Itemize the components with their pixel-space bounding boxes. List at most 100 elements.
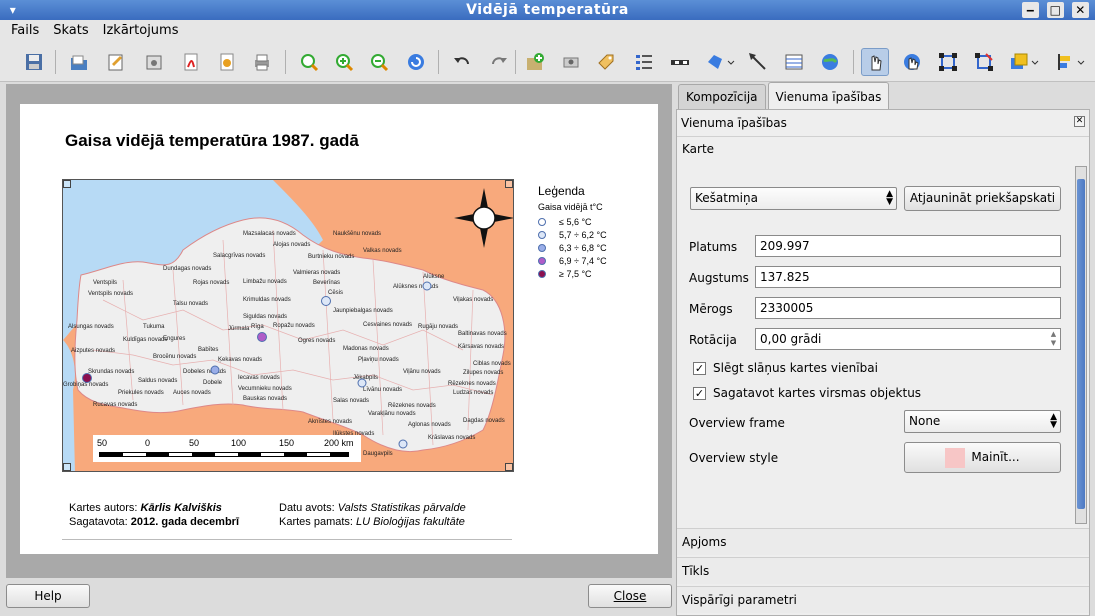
- undo-icon[interactable]: [448, 48, 476, 76]
- overview-frame-label: Overview frame: [689, 416, 785, 430]
- svg-text:Ventspils: Ventspils: [93, 280, 117, 286]
- svg-text:Alojas novads: Alojas novads: [273, 242, 310, 248]
- menu-izkartojums[interactable]: Izkārtojums: [98, 20, 184, 42]
- section-grid[interactable]: Tīkls: [677, 557, 1089, 584]
- section-map-header[interactable]: Karte: [677, 136, 1089, 160]
- menu-fails[interactable]: Fails: [6, 20, 44, 42]
- panel-vscroll-thumb[interactable]: [1077, 179, 1085, 509]
- section-extent[interactable]: Apjoms: [677, 528, 1089, 555]
- scale-field[interactable]: 2330005: [755, 297, 1061, 319]
- maximize-icon[interactable]: □: [1047, 2, 1064, 18]
- add-arrow-icon[interactable]: [744, 48, 772, 76]
- add-label-icon[interactable]: [592, 48, 620, 76]
- panel-vscroll[interactable]: [1075, 166, 1087, 524]
- svg-text:Skrundas novads: Skrundas novads: [88, 369, 134, 375]
- add-scalebar-icon[interactable]: [666, 48, 694, 76]
- height-field[interactable]: 137.825: [755, 266, 1061, 288]
- map-item[interactable]: Mazsalacas novads Naukšēnu novads Alojas …: [62, 179, 514, 472]
- resize-handle-tr[interactable]: [505, 180, 513, 188]
- svg-text:Naukšēnu novads: Naukšēnu novads: [333, 231, 381, 237]
- section-general-options[interactable]: Vispārīgi parametri: [677, 586, 1089, 613]
- legend-item: ≤ 5,6 °C: [538, 215, 607, 228]
- svg-text:Cesvaines novads: Cesvaines novads: [363, 322, 412, 328]
- footer-source[interactable]: Datu avots: Valsts Statistikas pārvalde: [279, 502, 466, 514]
- menu-skats[interactable]: Skats: [48, 20, 93, 42]
- add-legend-icon[interactable]: [630, 48, 658, 76]
- svg-text:Rugāju novads: Rugāju novads: [418, 324, 458, 330]
- lock-layers-checkbox[interactable]: ✓: [693, 362, 706, 375]
- svg-text:Ventspils novads: Ventspils novads: [88, 291, 133, 297]
- width-field[interactable]: 209.997: [755, 235, 1061, 257]
- close-panel-icon[interactable]: ✕: [1074, 116, 1085, 127]
- svg-text:Burtnieku novads: Burtnieku novads: [308, 254, 354, 260]
- export-image-icon[interactable]: [140, 48, 168, 76]
- footer-base[interactable]: Kartes pamats: LU Bioloģijas fakultāte: [279, 516, 465, 528]
- refresh-icon[interactable]: [402, 48, 430, 76]
- resize-handle-bl[interactable]: [63, 463, 71, 471]
- overview-style-label: Overview style: [689, 451, 779, 465]
- resize-handle-br[interactable]: [505, 463, 513, 471]
- map-legend[interactable]: Leģenda Gaisa vidējā t°C ≤ 5,6 °C 5,7 ÷ …: [538, 184, 607, 280]
- print-icon[interactable]: [248, 48, 276, 76]
- tab-item-properties[interactable]: Vienuma īpašības: [767, 82, 890, 109]
- window-menu-icon[interactable]: ▾: [4, 2, 22, 18]
- scale-label-2: 50: [189, 438, 200, 448]
- resize-handle-tl[interactable]: [63, 180, 71, 188]
- new-composer-icon[interactable]: [102, 48, 130, 76]
- svg-text:Alūksnes novads: Alūksnes novads: [393, 284, 438, 290]
- overview-frame-select[interactable]: None ▲ ▼: [904, 410, 1061, 433]
- composition-canvas[interactable]: Gaisa vidējā temperatūra 1987. gadā Mazs…: [6, 84, 672, 578]
- help-button[interactable]: Help: [6, 584, 90, 608]
- move-content-icon[interactable]: [898, 48, 926, 76]
- footer-author[interactable]: Kartes autors: Kārlis Kalviškis: [69, 502, 222, 514]
- raise-icon[interactable]: [1006, 48, 1042, 76]
- legend-item: ≥ 7,5 °C: [538, 267, 607, 280]
- legend-item: 5,7 ÷ 6,2 °C: [538, 228, 607, 241]
- svg-text:Alsungas novads: Alsungas novads: [68, 324, 114, 330]
- svg-text:Zilupes novads: Zilupes novads: [463, 370, 503, 376]
- update-preview-button[interactable]: Atjaunināt priekšapskati: [904, 186, 1061, 211]
- map-title[interactable]: Gaisa vidējā temperatūra 1987. gadā: [65, 131, 359, 151]
- width-label: Platums: [689, 240, 738, 254]
- add-map-icon[interactable]: [521, 48, 549, 76]
- close-button[interactable]: Close: [588, 584, 672, 608]
- scale-label-4: 150: [279, 438, 295, 448]
- canvas-hscroll[interactable]: [6, 578, 672, 584]
- group-icon[interactable]: [934, 48, 962, 76]
- export-pdf-icon[interactable]: [177, 48, 205, 76]
- add-table-icon[interactable]: [780, 48, 808, 76]
- legend-symbol: [538, 256, 546, 265]
- draw-canvas-items-checkbox[interactable]: ✓: [693, 387, 706, 400]
- align-icon[interactable]: [1052, 48, 1088, 76]
- add-image-icon[interactable]: [557, 48, 585, 76]
- footer-prepared[interactable]: Sagatavota: 2012. gada decembrī: [69, 516, 239, 528]
- tab-composition[interactable]: Kompozīcija: [678, 84, 766, 109]
- preview-mode-select[interactable]: Kešatmiņa ▲ ▼: [690, 187, 897, 210]
- export-svg-icon[interactable]: [213, 48, 241, 76]
- add-html-icon[interactable]: [816, 48, 844, 76]
- close-window-icon[interactable]: ✕: [1072, 2, 1089, 18]
- zoom-full-icon[interactable]: [295, 48, 323, 76]
- select-move-icon[interactable]: [861, 48, 889, 76]
- svg-text:Krimuldas novads: Krimuldas novads: [243, 297, 291, 303]
- overview-style-button[interactable]: Mainīt...: [904, 442, 1061, 473]
- rotation-spinbox[interactable]: 0,00 grādi ▲ ▼: [755, 328, 1061, 350]
- scale-label-1: 0: [145, 438, 151, 448]
- svg-text:Jaunpiebalgas novads: Jaunpiebalgas novads: [333, 308, 393, 314]
- add-shape-icon[interactable]: [702, 48, 738, 76]
- ungroup-icon[interactable]: [970, 48, 998, 76]
- svg-text:Ķekavas novads: Ķekavas novads: [218, 357, 262, 363]
- svg-text:Salacgrīvas novads: Salacgrīvas novads: [213, 253, 265, 259]
- minimize-icon[interactable]: ‒: [1022, 2, 1039, 18]
- zoom-out-icon[interactable]: [365, 48, 393, 76]
- svg-text:Limbažu novads: Limbažu novads: [243, 279, 287, 285]
- spin-arrows-icon[interactable]: ▲ ▼: [1048, 330, 1059, 348]
- svg-text:Engures: Engures: [163, 336, 185, 342]
- scale-bar-segments: [99, 452, 349, 457]
- zoom-in-icon[interactable]: [330, 48, 358, 76]
- svg-text:Rēzeknes novads: Rēzeknes novads: [388, 403, 436, 409]
- redo-icon[interactable]: [485, 48, 513, 76]
- composition-page: Gaisa vidējā temperatūra 1987. gadā Mazs…: [20, 104, 658, 554]
- open-icon[interactable]: [65, 48, 93, 76]
- save-icon[interactable]: [20, 48, 48, 76]
